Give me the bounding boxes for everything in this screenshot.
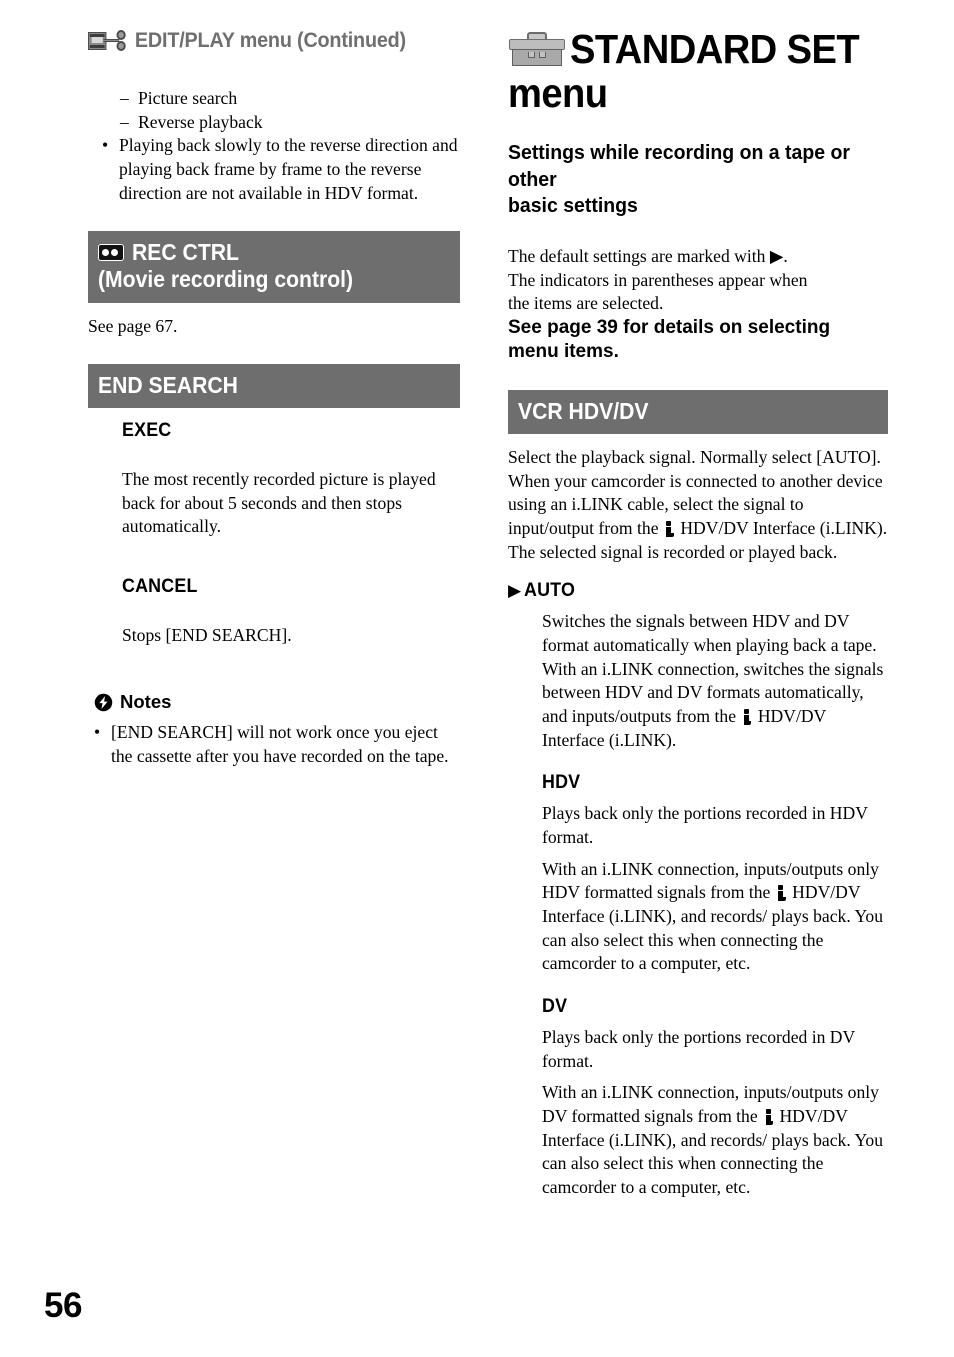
continued-list: – Picture search – Reverse playback (88, 87, 460, 134)
ilink-icon (665, 521, 674, 538)
right-column: STANDARD SET menu Settings while recordi… (508, 28, 888, 1200)
vcr-intro: Select the playback signal. Normally sel… (508, 446, 888, 564)
intro-line3: the items are selected. (508, 293, 664, 314)
chapter-intro: The default settings are marked with ▶. … (508, 245, 888, 316)
list-item: • Playing back slowly to the reverse dir… (102, 134, 460, 205)
option-label-auto: AUTO (524, 580, 576, 602)
option-paragraph: With an i.LINK connection, inputs/output… (542, 1081, 888, 1199)
list-item: – Reverse playback (120, 111, 460, 135)
ilink-icon (764, 1108, 774, 1125)
notes-heading: Notes (88, 691, 460, 713)
see-page-line1: See page 39 for details on selecting (508, 317, 831, 339)
section-header-vcr-hdv-dv: VCR HDV/DV (508, 389, 888, 435)
running-head: EDIT/PLAY menu (Continued) (88, 28, 430, 53)
toolbox-icon (508, 30, 566, 68)
option-label-exec: EXEC (122, 420, 172, 442)
see-page-note: See page 39 for details on selecting men… (508, 316, 888, 364)
option-dv-body: Plays back only the portions recorded in… (542, 1026, 888, 1200)
running-head-label: EDIT/PLAY menu (Continued) (134, 28, 406, 52)
option-text-cancel: Stops [END SEARCH]. (122, 625, 292, 646)
option-dv: DV Plays back only the portions recorded… (508, 996, 888, 1200)
list-item-text: [END SEARCH] will not work once you ejec… (111, 722, 449, 766)
notes-heading-label: Notes (120, 691, 172, 713)
end-search-items: EXEC The most recently recorded picture … (88, 420, 460, 647)
option-hdv: HDV Plays back only the portions recorde… (508, 772, 888, 976)
list-item: • [END SEARCH] will not work once you ej… (94, 721, 460, 768)
option-paragraph: With an i.LINK connection, inputs/output… (542, 858, 888, 976)
option-text-exec: The most recently recorded picture is pl… (122, 468, 436, 537)
chapter-title-line2: menu (508, 70, 608, 117)
chapter-subhead: Settings while recording on a tape or ot… (508, 140, 888, 219)
section-title: VCR HDV/DV (518, 397, 649, 424)
see-page-line2: menu items. (508, 341, 619, 363)
list-item-text: Picture search (138, 88, 238, 108)
chapter-subhead-line1: Settings while recording on a tape or ot… (508, 141, 850, 191)
bullet-marker: • (94, 722, 101, 743)
option-label-cancel: CANCEL (122, 576, 198, 598)
dash-marker: – (120, 111, 129, 132)
document-page: EDIT/PLAY menu (Continued) – Picture sea… (0, 0, 954, 1357)
rec-ctrl-text: See page 67. (88, 315, 178, 336)
option-paragraph-a: With an i.LINK connection, switches the … (542, 658, 884, 727)
option-auto-body: Switches the signals between HDV and DV … (508, 610, 888, 752)
vcr-intro-p1: Select the playback signal. Normally sel… (508, 447, 881, 468)
option-label-hdv: HDV (542, 772, 581, 794)
film-scissors-edit-icon (88, 29, 132, 52)
chapter-title: STANDARD SET menu (508, 26, 888, 117)
dash-marker: – (120, 88, 129, 108)
lightning-bolt-note-icon (94, 693, 113, 712)
section-header-end-search: END SEARCH (88, 364, 460, 409)
intro-line1: The default settings are marked with ▶. (508, 246, 788, 267)
ilink-icon (742, 709, 752, 726)
option-paragraph: With an i.LINK connection, switches the … (542, 658, 888, 753)
section-title-line1: REC CTRL (132, 239, 239, 266)
list-item-text: Reverse playback (138, 111, 263, 132)
page-number: 56 (44, 1286, 82, 1325)
chapter-subhead-line2: basic settings (508, 193, 638, 217)
intro-line2: The indicators in parentheses appear whe… (508, 269, 808, 290)
section-title-line2: (Movie recording control) (98, 266, 354, 293)
ilink-icon (777, 885, 786, 902)
default-marker-triangle: ▶ (508, 581, 522, 601)
continued-bullets: • Playing back slowly to the reverse dir… (88, 134, 460, 205)
rec-ctrl-body: See page 67. (88, 315, 460, 339)
option-hdv-body: Plays back only the portions recorded in… (542, 802, 888, 976)
option-paragraph: Plays back only the portions recorded in… (542, 1026, 855, 1071)
option-auto: ▶ AUTO Switches the signals between HDV … (508, 580, 888, 752)
chapter-title-line1: STANDARD SET (570, 26, 860, 72)
bullet-marker: • (102, 135, 109, 156)
list-item: – Picture search (120, 87, 460, 111)
option-label-dv: DV (542, 995, 568, 1017)
left-column: EDIT/PLAY menu (Continued) – Picture sea… (88, 28, 460, 769)
section-title: END SEARCH (98, 372, 238, 399)
list-item-text: Playing back slowly to the reverse direc… (119, 135, 458, 203)
cassette-tape-icon (98, 244, 124, 262)
notes-list: • [END SEARCH] will not work once you ej… (88, 721, 460, 768)
option-paragraph: Plays back only the portions recorded in… (542, 803, 868, 847)
vcr-intro-p2: When your camcorder is connected to anot… (508, 470, 888, 565)
option-paragraph: Switches the signals between HDV and DV … (542, 611, 877, 656)
section-header-rec-ctrl: REC CTRL (Movie recording control) (88, 231, 460, 303)
